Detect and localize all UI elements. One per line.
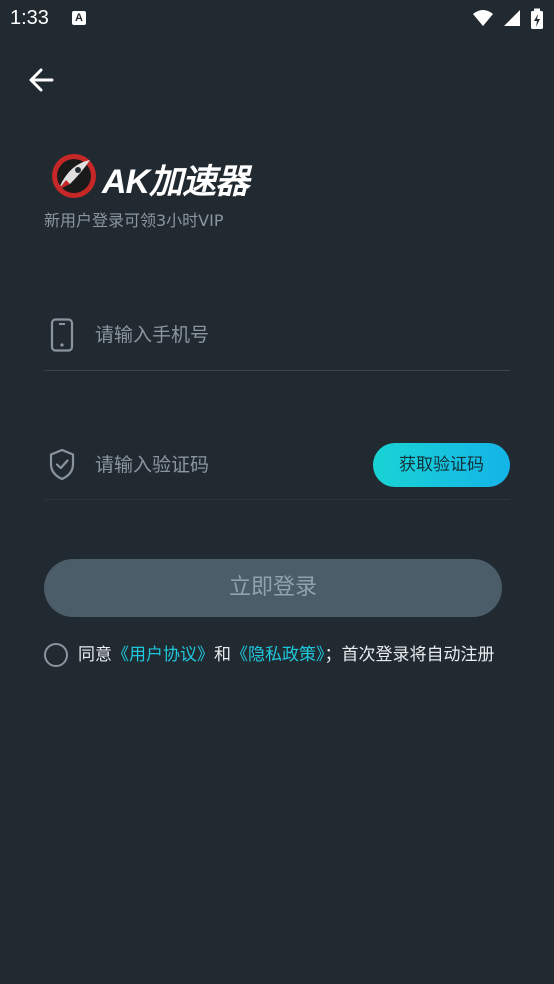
user-agreement-link[interactable]: 《用户协议》 [112, 645, 214, 665]
shield-check-icon [49, 448, 75, 481]
verification-code-field: 获取验证码 [44, 430, 510, 500]
agreement-prefix: 同意 [78, 645, 112, 665]
system-icons [468, 8, 544, 29]
back-button[interactable] [24, 62, 60, 98]
app-logo: AK加速器 [48, 150, 288, 202]
login-button[interactable]: 立即登录 [44, 559, 502, 617]
agreement-checkbox[interactable] [44, 643, 68, 667]
phone-icon [50, 318, 74, 352]
status-bar: 1:33 A [0, 0, 554, 38]
phone-field [44, 300, 510, 371]
rocket-emblem-icon [52, 154, 96, 198]
agreement-and: 和 [214, 645, 231, 665]
notification-icon: A [72, 11, 86, 25]
battery-icon [531, 8, 543, 29]
agreement-suffix: ；首次登录将自动注册 [324, 645, 495, 665]
agreement-text: 同意《用户协议》和《隐私政策》；首次登录将自动注册 [78, 642, 510, 668]
status-time: 1:33 [10, 7, 49, 29]
phone-input[interactable] [95, 321, 355, 349]
logo-text: AK加速器 [102, 163, 249, 201]
privacy-policy-link[interactable]: 《隐私政策》 [231, 645, 325, 665]
wifi-icon [472, 10, 493, 26]
promo-subtitle: 新用户登录可领3小时VIP [44, 211, 224, 230]
get-code-button[interactable]: 获取验证码 [373, 443, 510, 487]
verification-code-input[interactable] [95, 451, 335, 479]
arrow-left-icon [29, 68, 54, 92]
signal-icon [503, 10, 520, 26]
